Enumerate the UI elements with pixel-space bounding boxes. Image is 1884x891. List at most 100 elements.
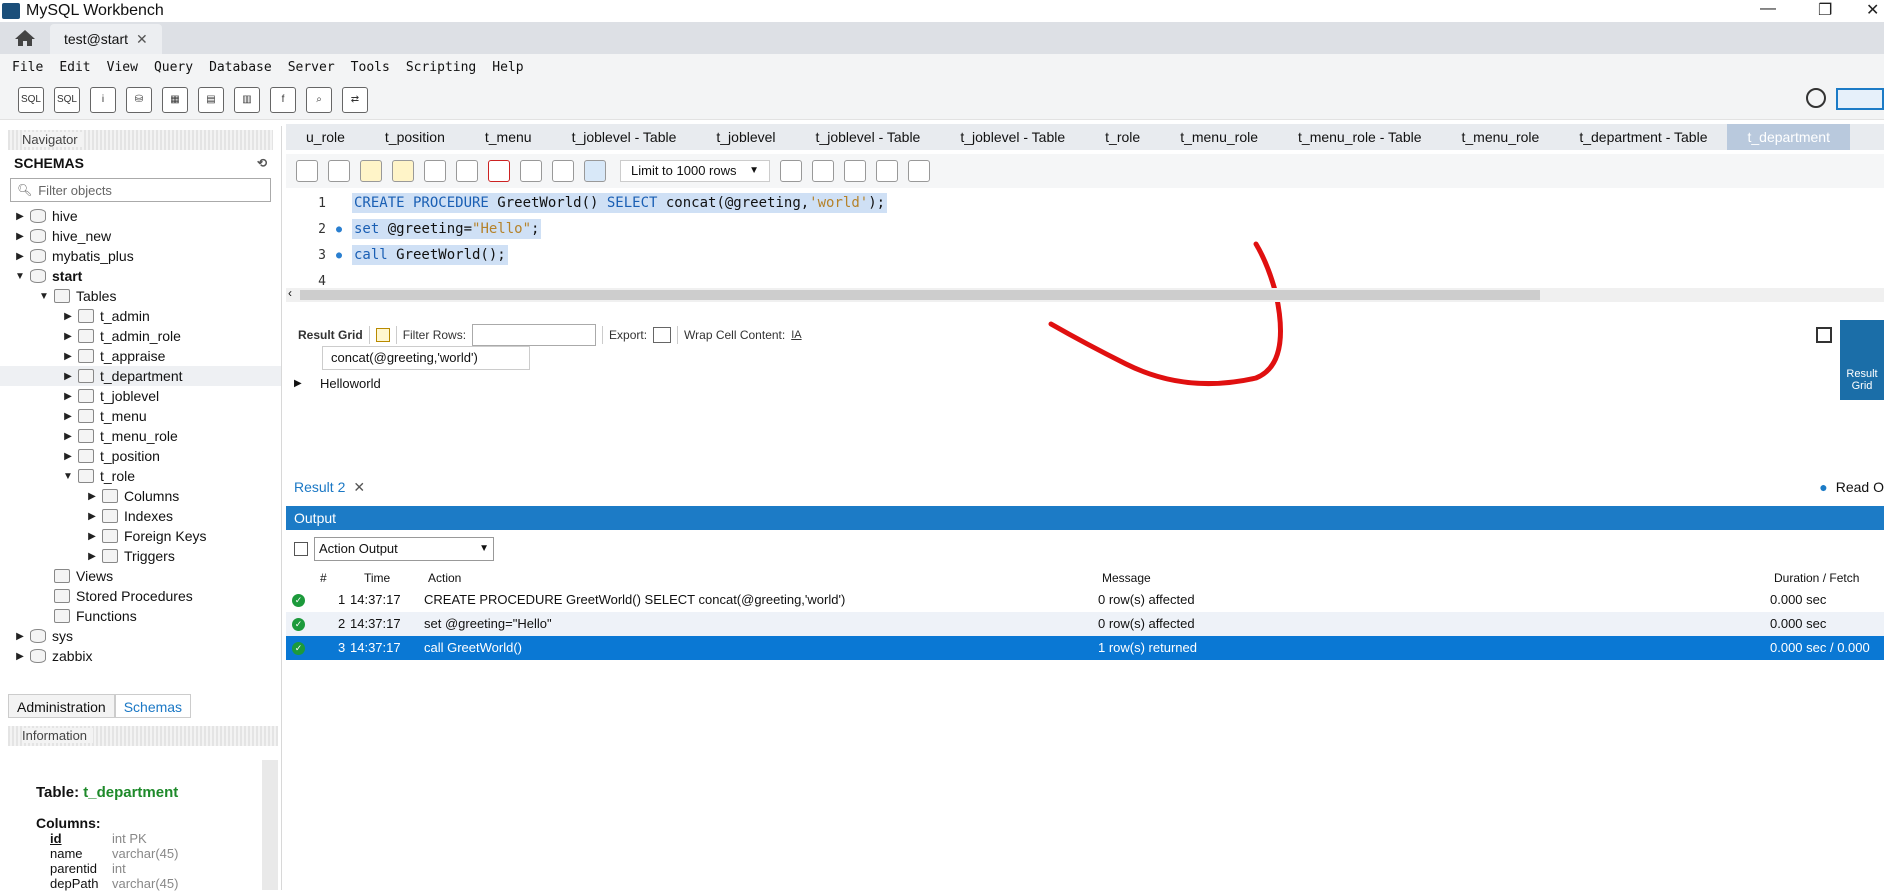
collapsed-arrow-icon[interactable]: ▶ [14, 651, 26, 662]
query-tab[interactable]: t_department - Table [1559, 129, 1727, 145]
output-row[interactable]: ✓ 3 14:37:17 call GreetWorld() 1 row(s) retu… [286, 636, 1884, 660]
tree-item-columns[interactable]: ▶ Columns [0, 486, 281, 506]
menu-edit[interactable]: Edit [59, 60, 90, 75]
side-result-grid-button[interactable]: Result Grid [1840, 320, 1884, 400]
menu-database[interactable]: Database [209, 60, 272, 75]
collapsed-arrow-icon[interactable]: ▶ [62, 351, 74, 362]
action-output-select[interactable]: Action Output ▼ [314, 537, 494, 561]
query-tab[interactable]: t_joblevel - Table [796, 129, 941, 145]
tree-item-t_department[interactable]: ▶ t_department [0, 366, 281, 386]
search-table-data-icon[interactable]: ⌕ [306, 86, 332, 113]
tree-item-t_admin_role[interactable]: ▶ t_admin_role [0, 326, 281, 346]
close-tab-icon[interactable]: ✕ [136, 31, 148, 48]
collapsed-arrow-icon[interactable]: ▶ [14, 231, 26, 242]
tree-item-indexes[interactable]: ▶ Indexes [0, 506, 281, 526]
refresh-schemas-icon[interactable]: ⟲ [257, 156, 267, 170]
open-sql-script-icon[interactable]: SQL [54, 86, 80, 113]
minimize-icon[interactable]: — [1760, 0, 1776, 18]
tree-item-stored-procedures[interactable]: Stored Procedures [0, 586, 281, 606]
menu-server[interactable]: Server [288, 60, 335, 75]
output-row[interactable]: ✓ 2 14:37:17 set @greeting="Hello" 0 row(s) … [286, 612, 1884, 636]
result-grid-label[interactable]: Result Grid [298, 328, 363, 342]
menu-query[interactable]: Query [154, 60, 193, 75]
tree-item-t_role[interactable]: ▼ t_role [0, 466, 281, 486]
tab-administration[interactable]: Administration [8, 694, 115, 718]
toggle-side-panel-icon[interactable] [1816, 327, 1832, 343]
menu-help[interactable]: Help [492, 60, 523, 75]
collapsed-arrow-icon[interactable]: ▶ [14, 631, 26, 642]
collapsed-arrow-icon[interactable]: ▶ [86, 491, 98, 502]
grid-form-icon[interactable] [375, 328, 390, 342]
tree-item-views[interactable]: Views [0, 566, 281, 586]
close-icon[interactable]: ✕ [1866, 0, 1879, 20]
grid-row[interactable]: ▶ Helloworld [286, 372, 536, 396]
query-tab[interactable]: t_menu_role [1442, 129, 1560, 145]
tree-item-t_menu_role[interactable]: ▶ t_menu_role [0, 426, 281, 446]
expanded-arrow-icon[interactable]: ▼ [38, 291, 50, 302]
create-procedure-icon[interactable]: ▥ [234, 86, 260, 113]
limit-rows-select[interactable]: Limit to 1000 rows ▼ [620, 160, 770, 182]
commit-icon[interactable] [520, 160, 542, 182]
save-icon[interactable] [328, 160, 350, 182]
query-tab[interactable]: t_role [1085, 129, 1160, 145]
rollback-icon[interactable] [552, 160, 574, 182]
tree-item-foreign-keys[interactable]: ▶ Foreign Keys [0, 526, 281, 546]
query-tab[interactable]: t_menu [465, 129, 552, 145]
settings-icon[interactable] [1806, 88, 1826, 108]
tree-item-tables[interactable]: ▼ Tables [0, 286, 281, 306]
tree-item-zabbix[interactable]: ▶ zabbix [0, 646, 281, 666]
collapsed-arrow-icon[interactable]: ▶ [62, 411, 74, 422]
query-tab[interactable]: t_joblevel [696, 129, 795, 145]
query-tab[interactable]: t_joblevel - Table [940, 129, 1085, 145]
query-tab[interactable]: t_position [365, 129, 465, 145]
panel-layout-icon[interactable] [1836, 88, 1884, 110]
menu-view[interactable]: View [107, 60, 138, 75]
create-schema-icon[interactable]: ⛁ [126, 86, 152, 113]
collapsed-arrow-icon[interactable]: ▶ [86, 531, 98, 542]
menu-scripting[interactable]: Scripting [406, 60, 476, 75]
tree-item-t_appraise[interactable]: ▶ t_appraise [0, 346, 281, 366]
collapsed-arrow-icon[interactable]: ▶ [62, 311, 74, 322]
new-sql-tab-icon[interactable]: SQL [18, 86, 44, 113]
query-tab[interactable]: t_menu_role - Table [1278, 129, 1441, 145]
menu-tools[interactable]: Tools [351, 60, 390, 75]
tree-item-functions[interactable]: Functions [0, 606, 281, 626]
stop-on-error-icon[interactable] [488, 160, 510, 182]
autocommit-icon[interactable] [584, 160, 606, 182]
collapsed-arrow-icon[interactable]: ▶ [62, 331, 74, 342]
export-icon[interactable] [653, 327, 672, 343]
stop-icon[interactable] [456, 160, 478, 182]
tree-item-t_joblevel[interactable]: ▶ t_joblevel [0, 386, 281, 406]
scrollbar-thumb[interactable] [300, 290, 1540, 300]
info-scrollbar[interactable] [262, 760, 278, 890]
scroll-left-icon[interactable]: ‹ [288, 286, 292, 300]
home-icon[interactable] [0, 22, 50, 54]
tree-item-mybatis_plus[interactable]: ▶ mybatis_plus [0, 246, 281, 266]
tree-item-t_position[interactable]: ▶ t_position [0, 446, 281, 466]
collapsed-arrow-icon[interactable]: ▶ [86, 511, 98, 522]
tree-item-hive[interactable]: ▶ hive [0, 206, 281, 226]
collapsed-arrow-icon[interactable]: ▶ [62, 391, 74, 402]
filter-rows-input[interactable] [472, 324, 597, 346]
inspector-icon[interactable]: i [90, 86, 116, 113]
editor-horizontal-scrollbar[interactable]: ‹ [286, 286, 1884, 302]
grid-column-header[interactable]: concat(@greeting,'world') [322, 346, 530, 370]
tree-item-t_menu[interactable]: ▶ t_menu [0, 406, 281, 426]
query-tab[interactable]: t_joblevel - Table [552, 129, 697, 145]
menu-file[interactable]: File [12, 60, 43, 75]
collapsed-arrow-icon[interactable]: ▶ [86, 551, 98, 562]
open-file-icon[interactable] [296, 160, 318, 182]
reconnect-icon[interactable]: ⇄ [342, 86, 368, 113]
expanded-arrow-icon[interactable]: ▼ [62, 471, 74, 482]
close-result-icon[interactable]: ✕ [353, 479, 365, 496]
create-view-icon[interactable]: ▤ [198, 86, 224, 113]
wrap-cell-icon[interactable]: IA [791, 329, 801, 341]
tree-item-t_admin[interactable]: ▶ t_admin [0, 306, 281, 326]
filter-objects-input[interactable]: 🔍︎ Filter objects [10, 178, 271, 202]
create-table-icon[interactable]: ▦ [162, 86, 188, 113]
execute-icon[interactable] [360, 160, 382, 182]
collapsed-arrow-icon[interactable]: ▶ [14, 251, 26, 262]
tab-schemas[interactable]: Schemas [114, 694, 192, 718]
create-function-icon[interactable]: f [270, 86, 296, 113]
query-tab[interactable]: t_department [1727, 124, 1850, 150]
